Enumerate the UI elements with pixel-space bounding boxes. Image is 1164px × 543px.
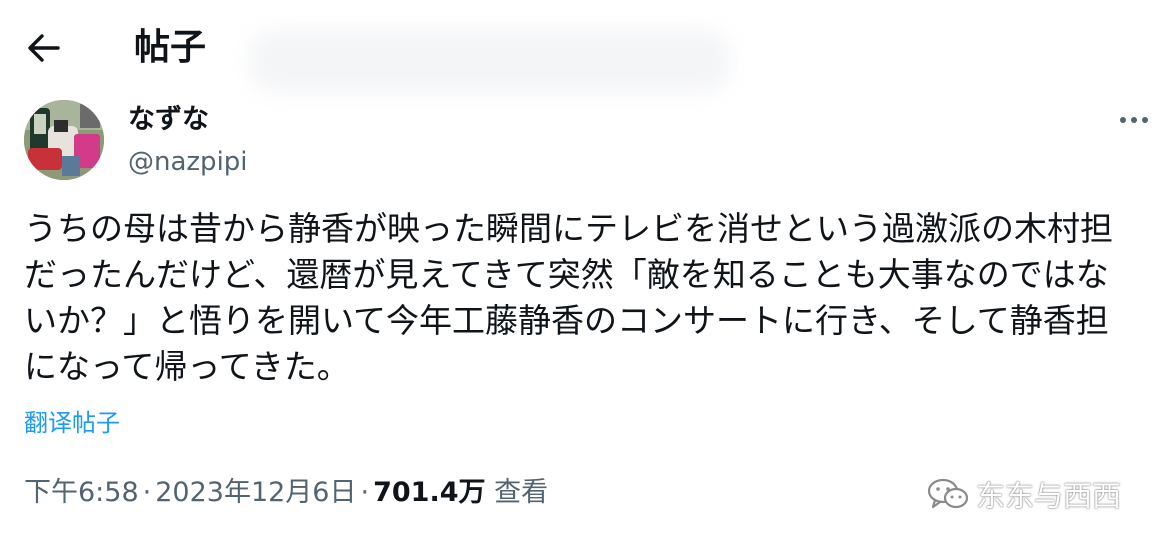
post-text-line: うちの母は昔から静香が映った瞬間にテレビを消せという過激派の木村担 [24, 209, 1113, 248]
meta-separator: · [360, 477, 370, 508]
wechat-icon [927, 478, 969, 509]
meta-separator: · [142, 477, 152, 508]
watermark-text: 东东与西西 [976, 479, 1122, 513]
watermark: 东东与西西 [926, 472, 1121, 516]
more-horizontal-icon [1120, 117, 1148, 123]
back-button[interactable] [22, 26, 66, 70]
post-text: うちの母は昔から静香が映った瞬間にテレビを消せという過激派の木村担 だったんだけ… [24, 206, 1154, 390]
post-time[interactable]: 下午6:58 [24, 477, 139, 508]
more-button[interactable] [1114, 106, 1154, 134]
views-label[interactable]: 查看 [494, 477, 548, 508]
arrow-left-icon [28, 34, 60, 62]
post-text-line: いか？」と悟りを開いて今年工藤静香のコンサートに行き、そして静香担 [24, 301, 1109, 340]
page-title: 帖子 [134, 27, 207, 68]
post-text-line: だったんだけど、還暦が見えてきて突然「敵を知ることも大事なのではな [24, 255, 1109, 294]
author-handle[interactable]: @nazpipi [128, 144, 248, 180]
translate-post-link[interactable]: 翻译帖子 [24, 406, 120, 440]
post-meta: 下午6:58 · 2023年12月6日 · 701.4万 查看 [24, 474, 548, 512]
avatar-image [24, 100, 104, 180]
views-count[interactable]: 701.4万 [373, 477, 485, 508]
post-date[interactable]: 2023年12月6日 [155, 477, 356, 508]
avatar[interactable] [24, 100, 104, 180]
blurred-region [250, 30, 730, 92]
header: 帖子 [0, 0, 1164, 96]
post-text-line: になって帰ってきた。 [24, 347, 350, 386]
author-display-name[interactable]: なずな [128, 102, 209, 138]
